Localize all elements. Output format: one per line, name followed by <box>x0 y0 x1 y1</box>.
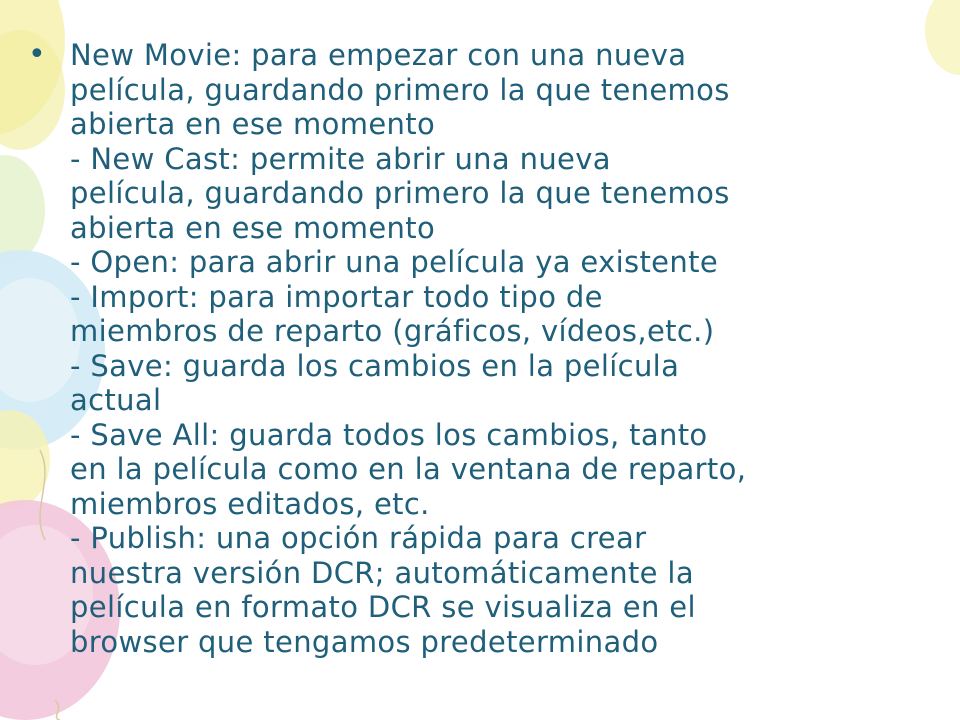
bullet-item: • New Movie: para empezar con una nueva … <box>28 37 933 659</box>
bullet-text: New Movie: para empezar con una nueva pe… <box>70 38 933 659</box>
text-line: abierta en ese momento <box>70 107 436 141</box>
text-line: película, guardando primero la que tenem… <box>70 176 730 210</box>
slide: • New Movie: para empezar con una nueva … <box>0 0 960 720</box>
text-line: película en formato DCR se visualiza en … <box>70 590 696 624</box>
text-line: - Save All: guarda todos los cambios, ta… <box>70 417 708 452</box>
text-line: - New Cast: permite abrir una nueva <box>70 141 611 176</box>
bullet-marker: • <box>28 37 46 72</box>
slide-content: • New Movie: para empezar con una nueva … <box>28 37 933 659</box>
text-line: en la película como en la ventana de rep… <box>70 452 747 486</box>
text-line: - Save: guarda los cambios en la películ… <box>70 348 680 383</box>
text-line: New Movie: para empezar con una nueva <box>70 38 687 72</box>
text-line: - Publish: una opción rápida para crear <box>70 521 647 555</box>
text-line: actual <box>70 383 162 417</box>
text-line: miembros de reparto (gráficos, vídeos,et… <box>70 314 715 348</box>
text-line: nuestra versión DCR; automáticamente la <box>70 555 694 590</box>
text-line: película, guardando primero la que tenem… <box>70 72 730 107</box>
text-line: abierta en ese momento <box>70 210 436 245</box>
text-line: browser que tengamos predeterminado <box>70 624 659 659</box>
text-line: - Import: para importar todo tipo de <box>70 279 603 314</box>
text-line: - Open: para abrir una película ya exist… <box>70 245 719 279</box>
text-line: miembros editados, etc. <box>70 486 430 521</box>
